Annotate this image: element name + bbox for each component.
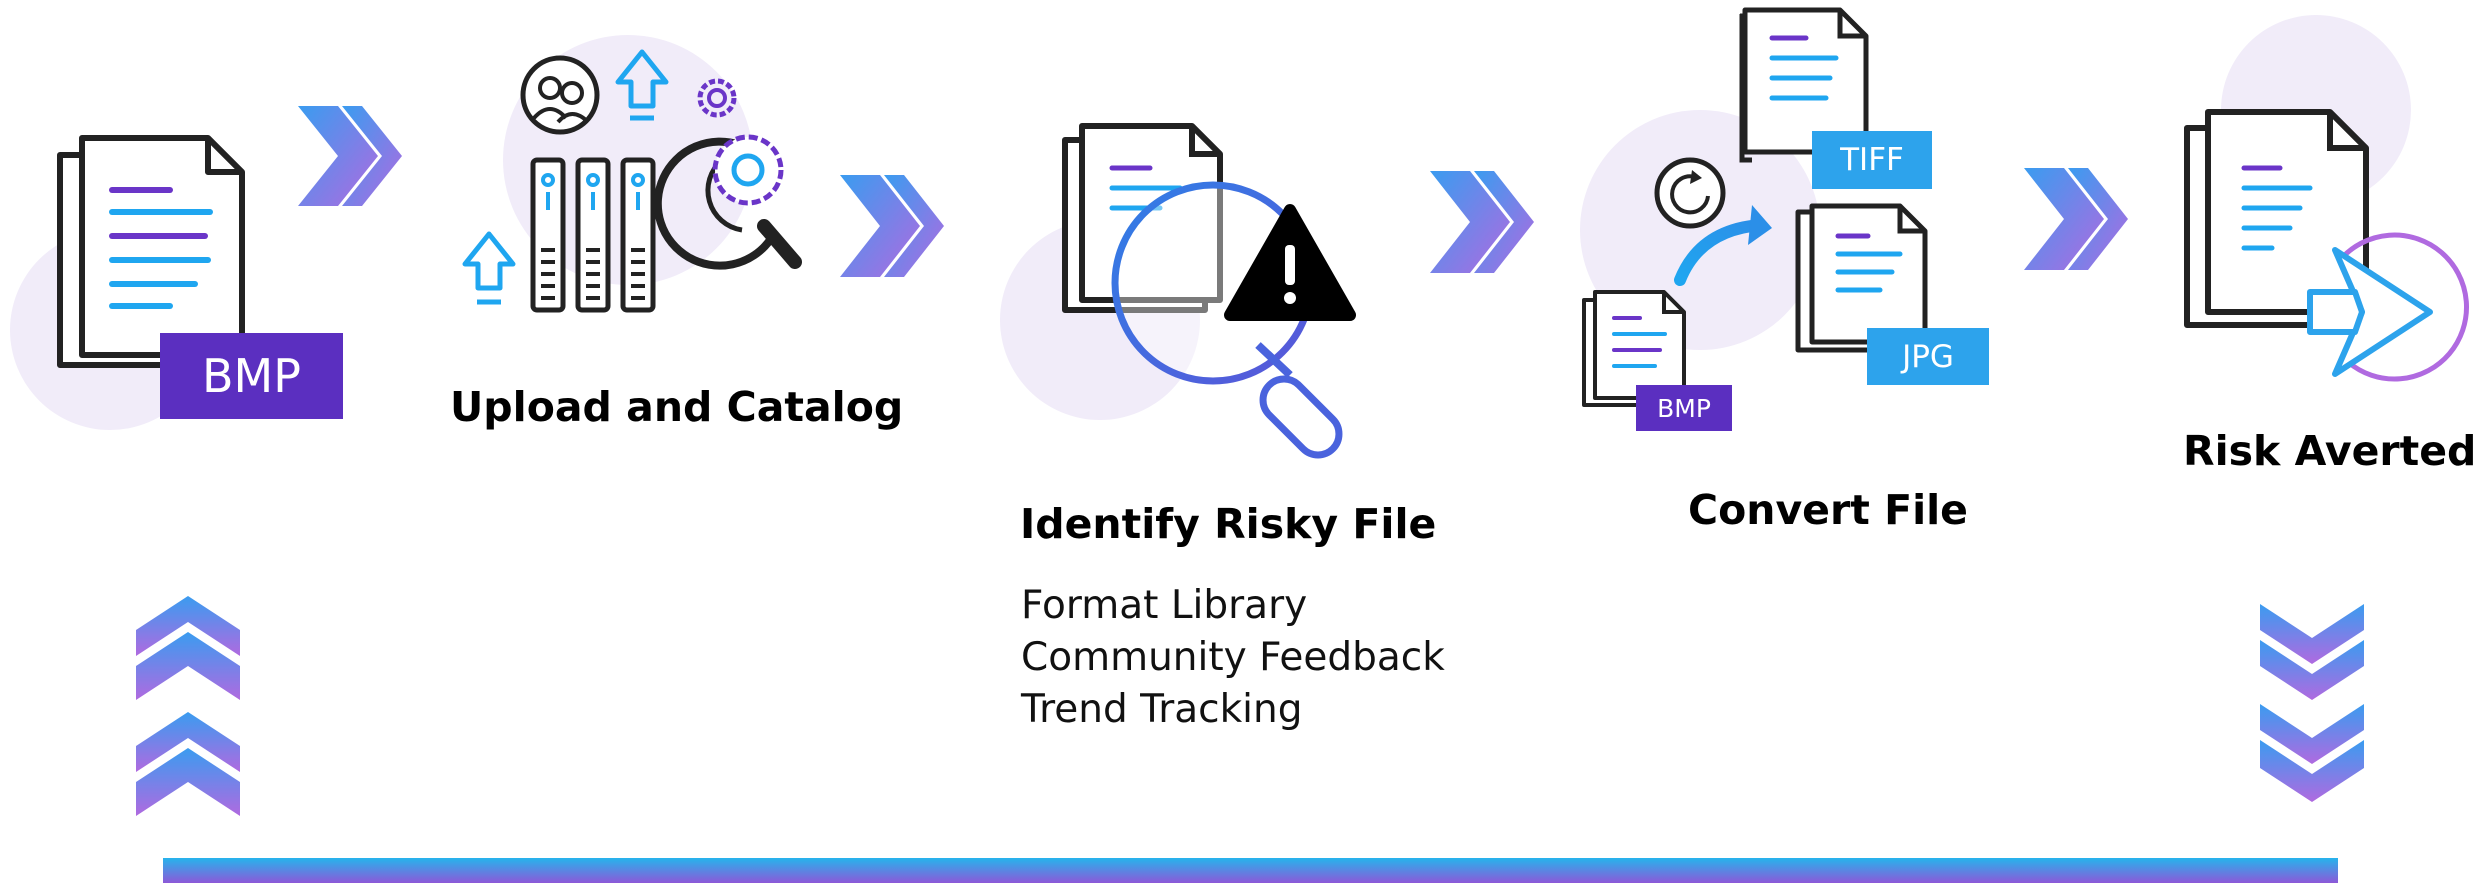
step-title-identify: Identify Risky File	[1020, 500, 1437, 548]
step-title-upload: Upload and Catalog	[450, 383, 904, 431]
bmp-tag-label: BMP	[202, 349, 301, 403]
file-arrow-icon	[2184, 109, 2469, 382]
tiff-tag: TIFF	[1812, 131, 1932, 189]
tiff-tag-label: TIFF	[1840, 142, 1904, 178]
small-bmp-tag-label: BMP	[1657, 393, 1711, 423]
jpg-tag: JPG	[1867, 328, 1989, 385]
chevron-up-icon	[136, 596, 240, 816]
workflow-diagram	[10, 7, 2469, 883]
chevron-right-icon	[2024, 168, 2128, 270]
chevron-right-icon	[840, 175, 944, 277]
chevron-down-icon	[2260, 604, 2364, 802]
list-item: Trend Tracking	[1021, 687, 1303, 732]
identify-bullet-list: Format Library Community Feedback Trend …	[1021, 580, 1445, 736]
chevron-right-icon	[1430, 171, 1534, 273]
step-title-convert: Convert File	[1688, 486, 1968, 534]
bottom-connector-bar	[163, 858, 2338, 883]
chevron-right-icon	[298, 106, 402, 206]
list-item: Format Library	[1021, 583, 1308, 628]
list-item: Community Feedback	[1021, 635, 1445, 680]
bmp-tag: BMP	[160, 333, 343, 419]
jpg-tag-label: JPG	[1902, 338, 1954, 375]
step-title-averted: Risk Averted	[2183, 427, 2473, 475]
small-bmp-tag: BMP	[1636, 385, 1732, 431]
